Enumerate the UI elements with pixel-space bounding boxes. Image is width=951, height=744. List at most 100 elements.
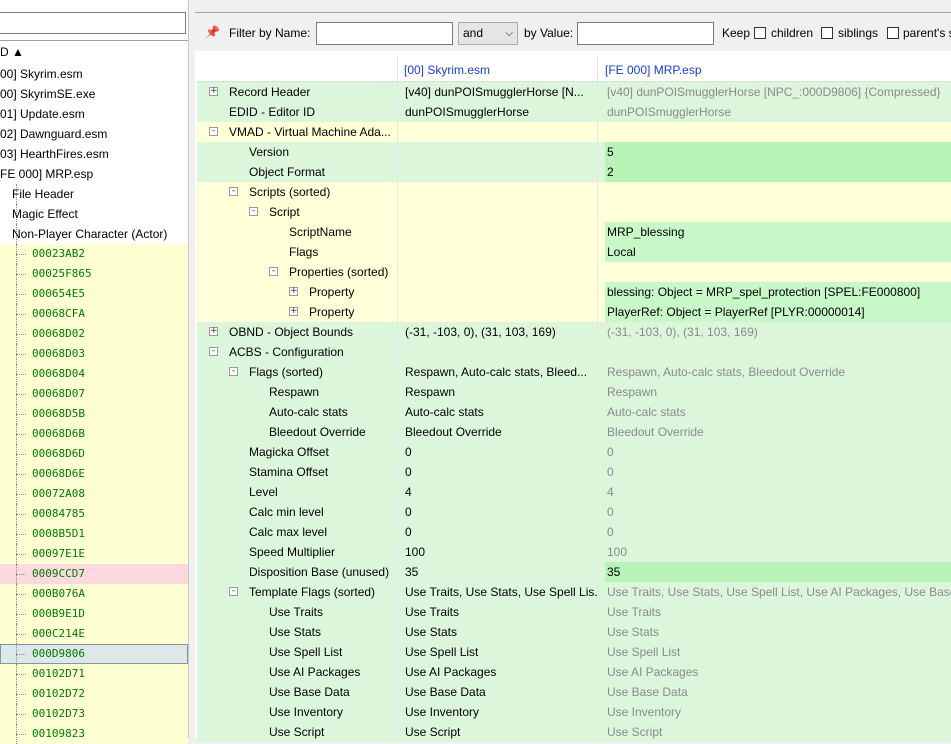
grid-row[interactable]: + OBND - Object Bounds (-31, -103, 0), (31… xyxy=(197,322,951,342)
keep-children-checkbox[interactable] xyxy=(754,27,766,39)
tree-group-item[interactable]: File Header xyxy=(0,184,188,204)
mrp-value-cell[interactable]: Use Traits xyxy=(605,602,951,622)
skyrim-value-cell[interactable]: Use Script xyxy=(405,722,597,742)
tree-record-item[interactable]: 000C214E xyxy=(0,624,188,644)
mrp-value-cell[interactable]: Use Base Data xyxy=(605,682,951,702)
tree-record-item[interactable]: 000B9E1D xyxy=(0,604,188,624)
mrp-value-cell[interactable]: Bleedout Override xyxy=(605,422,951,442)
mrp-value-cell[interactable]: Respawn xyxy=(605,382,951,402)
expand-icon[interactable]: + xyxy=(209,327,218,336)
mrp-value-cell[interactable]: 0 xyxy=(605,502,951,522)
mrp-value-cell[interactable]: Use Traits, Use Stats, Use Spell List, U… xyxy=(605,582,951,602)
skyrim-value-cell[interactable]: Use Traits xyxy=(405,602,597,622)
tree-record-item[interactable]: 00068D5B xyxy=(0,404,188,424)
skyrim-value-cell[interactable]: 4 xyxy=(405,482,597,502)
mrp-value-cell[interactable]: Auto-calc stats xyxy=(605,402,951,422)
tree-file-item[interactable]: 01] Update.esm xyxy=(0,104,188,124)
mrp-value-cell[interactable]: [v40] dunPOISmugglerHorse [NPC_:000D9806… xyxy=(605,82,951,102)
grid-row[interactable]: - Flags (sorted) Respawn, Auto-calc stats,… xyxy=(197,362,951,382)
column-header-mrp[interactable]: [FE 000] MRP.esp xyxy=(605,63,702,77)
tree-file-item[interactable]: 00] SkyrimSE.exe xyxy=(0,84,188,104)
tree-file-item[interactable]: 02] Dawnguard.esm xyxy=(0,124,188,144)
grid-row[interactable]: - ACBS - Configuration xyxy=(197,342,951,362)
collapse-icon[interactable]: - xyxy=(229,587,238,596)
grid-row[interactable]: Calc max level 0 0 xyxy=(197,522,951,542)
tree-record-item[interactable]: 00068D6D xyxy=(0,444,188,464)
skyrim-value-cell[interactable]: Use Inventory xyxy=(405,702,597,722)
grid-row[interactable]: Calc min level 0 0 xyxy=(197,502,951,522)
grid-row[interactable]: Speed Multiplier 100 100 xyxy=(197,542,951,562)
tree-record-item[interactable]: 00068D03 xyxy=(0,344,188,364)
tree-record-item[interactable]: 00025F865 xyxy=(0,264,188,284)
tree-record-item[interactable]: 000B076A xyxy=(0,584,188,604)
skyrim-value-cell[interactable]: 0 xyxy=(405,442,597,462)
skyrim-value-cell[interactable]: Use Spell List xyxy=(405,642,597,662)
skyrim-value-cell[interactable]: Use AI Packages xyxy=(405,662,597,682)
tree-record-item[interactable]: 00068D07 xyxy=(0,384,188,404)
mrp-value-cell[interactable]: dunPOISmugglerHorse xyxy=(605,102,951,122)
tree-record-item[interactable]: 0008B5D1 xyxy=(0,524,188,544)
tree-record-item[interactable]: 00023AB2 xyxy=(0,244,188,264)
grid-row[interactable]: Magicka Offset 0 0 xyxy=(197,442,951,462)
grid-row[interactable]: Stamina Offset 0 0 xyxy=(197,462,951,482)
tree-record-item[interactable]: 00102D71 xyxy=(0,664,188,684)
skyrim-value-cell[interactable]: 100 xyxy=(405,542,597,562)
keep-siblings-checkbox[interactable] xyxy=(821,27,833,39)
mrp-value-cell[interactable]: MRP_blessing xyxy=(605,222,951,242)
skyrim-value-cell[interactable]: Use Traits, Use Stats, Use Spell Lis... xyxy=(405,582,597,602)
grid-row[interactable]: Use Inventory Use Inventory Use Inventory xyxy=(197,702,951,722)
mrp-value-cell[interactable]: Respawn, Auto-calc stats, Bleedout Overr… xyxy=(605,362,951,382)
grid-row[interactable]: Flags Local xyxy=(197,242,951,262)
mrp-value-cell[interactable]: 4 xyxy=(605,482,951,502)
grid-row[interactable]: + Property blessing: Object = MRP_spel_pro… xyxy=(197,282,951,302)
grid-row[interactable]: EDID - Editor ID dunPOISmugglerHorse dunPO… xyxy=(197,102,951,122)
tree-record-item[interactable]: 00068D04 xyxy=(0,364,188,384)
grid-row[interactable]: - Script xyxy=(197,202,951,222)
pane-splitter[interactable] xyxy=(188,0,195,738)
skyrim-value-cell[interactable]: dunPOISmugglerHorse xyxy=(405,102,597,122)
mrp-value-cell[interactable]: Local xyxy=(605,242,951,262)
grid-row[interactable]: Version 5 xyxy=(197,142,951,162)
grid-row[interactable]: Use AI Packages Use AI Packages Use AI Pac… xyxy=(197,662,951,682)
grid-row[interactable]: Use Traits Use Traits Use Traits xyxy=(197,602,951,622)
skyrim-value-cell[interactable]: 0 xyxy=(405,462,597,482)
mrp-value-cell[interactable]: 35 xyxy=(605,562,951,582)
grid-row[interactable]: + Property PlayerRef: Object = PlayerRef [… xyxy=(197,302,951,322)
mrp-value-cell[interactable]: Use AI Packages xyxy=(605,662,951,682)
filter-name-input[interactable] xyxy=(316,22,453,45)
skyrim-value-cell[interactable]: 0 xyxy=(405,522,597,542)
tree-record-item[interactable]: 000D9806 xyxy=(0,644,188,664)
tree-record-item[interactable]: 0009CCD7 xyxy=(0,564,188,584)
tree-file-item[interactable]: 00] Skyrim.esm xyxy=(0,64,188,84)
column-header-skyrim[interactable]: [00] Skyrim.esm xyxy=(404,63,490,77)
skyrim-value-cell[interactable]: 35 xyxy=(405,562,597,582)
mrp-value-cell[interactable]: blessing: Object = MRP_spel_protection [… xyxy=(605,282,951,302)
mrp-value-cell[interactable]: Use Script xyxy=(605,722,951,742)
collapse-icon[interactable]: - xyxy=(249,207,258,216)
tree-record-item[interactable]: 000654E5 xyxy=(0,284,188,304)
skyrim-value-cell[interactable]: Use Stats xyxy=(405,622,597,642)
keep-parents-checkbox[interactable] xyxy=(887,27,899,39)
tree-record-item[interactable]: 00068CFA xyxy=(0,304,188,324)
tree-record-item[interactable]: 00068D6E xyxy=(0,464,188,484)
form-id-filter-input[interactable] xyxy=(0,12,186,34)
tree-record-item[interactable]: 00097E1E xyxy=(0,544,188,564)
tree-record-item[interactable]: 00068D02 xyxy=(0,324,188,344)
mrp-value-cell[interactable]: Use Stats xyxy=(605,622,951,642)
collapse-icon[interactable]: - xyxy=(229,187,238,196)
grid-row[interactable]: Respawn Respawn Respawn xyxy=(197,382,951,402)
skyrim-value-cell[interactable]: [v40] dunPOISmugglerHorse [N... xyxy=(405,82,597,102)
skyrim-value-cell[interactable]: Respawn, Auto-calc stats, Bleed... xyxy=(405,362,597,382)
mrp-value-cell[interactable]: 0 xyxy=(605,462,951,482)
collapse-icon[interactable]: - xyxy=(229,367,238,376)
mrp-value-cell[interactable]: 2 xyxy=(605,162,951,182)
skyrim-value-cell[interactable]: 0 xyxy=(405,502,597,522)
expand-icon[interactable]: + xyxy=(209,87,218,96)
mrp-value-cell[interactable]: 5 xyxy=(605,142,951,162)
tree-record-item[interactable]: 00102D73 xyxy=(0,704,188,724)
grid-row[interactable]: Disposition Base (unused) 35 35 xyxy=(197,562,951,582)
mrp-value-cell[interactable]: (-31, -103, 0), (31, 103, 169) xyxy=(605,322,951,342)
mrp-value-cell[interactable]: Use Spell List xyxy=(605,642,951,662)
tree-file-item[interactable]: FE 000] MRP.esp xyxy=(0,164,188,184)
grid-row[interactable]: Use Base Data Use Base Data Use Base Data xyxy=(197,682,951,702)
